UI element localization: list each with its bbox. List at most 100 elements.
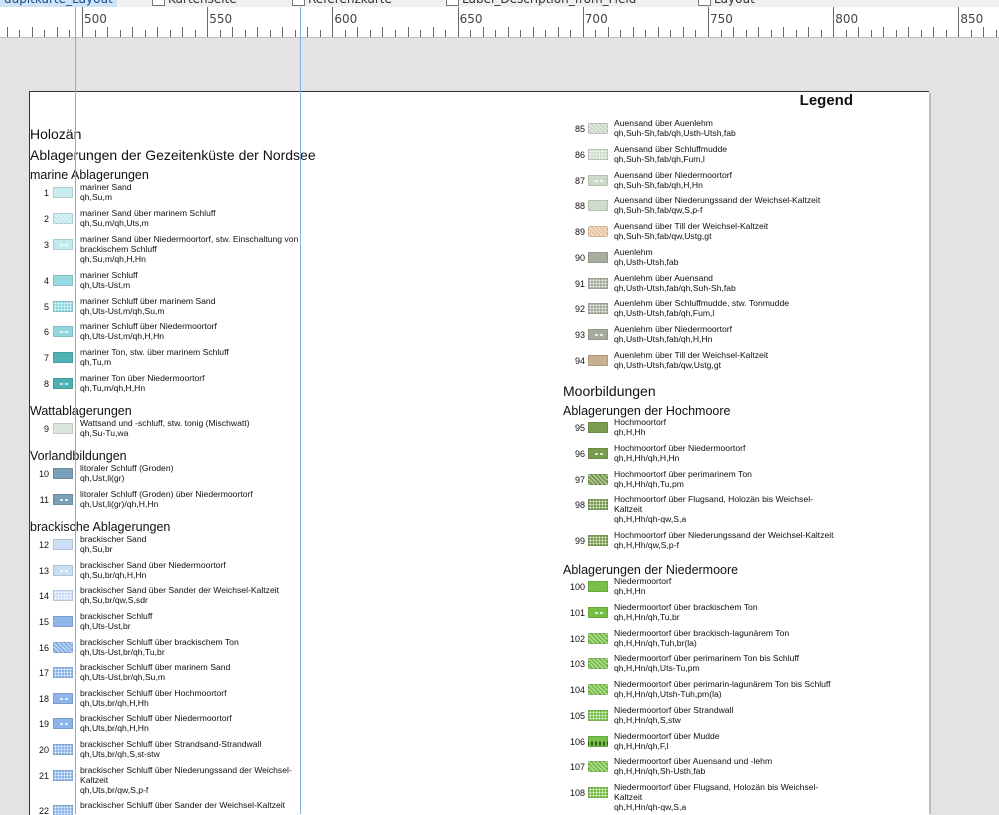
legend-item-line: qh,Su,br/qh,H,Hn xyxy=(80,570,147,581)
ruler-tick xyxy=(282,27,283,37)
layout-page[interactable]: Legend Holozän Ablagerungen der Gezeitenk… xyxy=(29,91,929,815)
ruler-tick xyxy=(733,27,734,37)
tab-label: Kartenseite xyxy=(168,0,237,6)
legend-item-number: 21 xyxy=(38,771,49,781)
horizontal-ruler[interactable]: 500 550 600 650 700 750 800 850 xyxy=(0,7,999,38)
legend-item-text: litoraler Schluff (Groden) über Niedermo… xyxy=(80,489,253,509)
ruler-tick xyxy=(633,27,634,37)
legend-item-number: 89 xyxy=(574,227,585,237)
ruler-tick xyxy=(95,30,96,37)
legend-item-line: qh,H,Hh/qh,H,Hn xyxy=(614,453,680,464)
legend-item-number: 106 xyxy=(569,737,585,747)
legend-item-line: qh,Su-Tu,wa xyxy=(80,428,129,439)
legend-item-number: 88 xyxy=(574,201,585,211)
guide-line-right[interactable] xyxy=(300,7,301,814)
legend-swatch xyxy=(53,667,73,678)
legend-item-line: qh,Ust,li(gr) xyxy=(80,473,125,484)
legend-item-line: brackischer Schluff xyxy=(80,611,153,621)
legend-heading: Moorbildungen xyxy=(563,383,656,399)
legend-item-text: Hochmoortorf über Flugsand, Holozän bis … xyxy=(614,494,813,525)
legend-item-line: brackischer Schluff über Strandsand-Stra… xyxy=(80,739,262,749)
legend-item-text: mariner Schluff über Niedermoortorf qh,Ut… xyxy=(80,321,217,341)
ruler-tick xyxy=(783,27,784,37)
legend-item-line: brackischer Schluff über Hochmoortorf xyxy=(80,688,227,698)
legend-item-number: 7 xyxy=(43,353,49,363)
legend-item-number: 6 xyxy=(43,327,49,337)
ruler-tick xyxy=(933,27,934,37)
legend-swatch xyxy=(588,787,608,798)
tab-4[interactable]: Layout xyxy=(698,0,755,7)
legend-item-line: qh,Uts,br/qh,H,Hn xyxy=(80,723,149,734)
legend-item-text: Hochmoortorf über Niedermoortorf qh,H,Hh/… xyxy=(614,443,745,463)
legend-item-line: Hochmoortorf über perimarinem Ton xyxy=(614,469,752,479)
ruler-tick xyxy=(796,30,797,37)
ruler-tick xyxy=(32,27,33,37)
ruler-tick xyxy=(858,27,859,37)
ruler-label: 750 xyxy=(710,12,733,26)
legend-item-text: Hochmoortorf qh,H,Hh xyxy=(614,417,666,437)
legend-swatch xyxy=(53,718,73,729)
legend-item-number: 87 xyxy=(574,176,585,186)
legend-item-line: qh,Usth-Utsh,fab/qw,Ustg,gt xyxy=(614,360,721,371)
legend-item-line: Niedermoortorf über Auensand und -lehm xyxy=(614,756,773,766)
legend-item-line: Niedermoortorf über perimarinem Ton bis … xyxy=(614,653,800,663)
ruler-tick xyxy=(808,27,809,37)
tab-0[interactable]: dupltkarte_Layout xyxy=(0,0,117,7)
legend-item-text: Niedermoortorf über Mudde qh,H,Hn/qh,F,l xyxy=(614,731,720,751)
legend-swatch xyxy=(588,149,608,160)
ruler-tick xyxy=(670,30,671,37)
legend-item-text: Auensand über Niederungssand der Weichse… xyxy=(614,195,820,215)
legend-swatch xyxy=(53,744,73,755)
tab-1[interactable]: Kartenseite xyxy=(152,0,237,7)
legend-heading: Holozän xyxy=(30,126,82,142)
legend-item-line: litoraler Schluff (Groden) xyxy=(80,463,174,473)
legend-item-line: qh,H,Hn/qh,Tuh,br(la) xyxy=(614,638,697,649)
legend-item-line: qh,H,Hn/qh,F,l xyxy=(614,741,669,752)
legend-item-line: qh,Su,m/qh,H,Hn xyxy=(80,254,146,265)
legend-swatch xyxy=(53,213,73,224)
legend-swatch xyxy=(53,494,73,505)
ruler-label: 700 xyxy=(584,12,608,26)
legend-item-text: brackischer Sand über Niedermoortorf qh,S… xyxy=(80,560,226,580)
ruler-tick xyxy=(921,30,922,37)
legend-item-number: 18 xyxy=(38,694,49,704)
legend-item-text: brackischer Sand über Sander der Weichse… xyxy=(80,585,279,605)
guide-line-left[interactable] xyxy=(75,7,76,814)
ruler-tick xyxy=(896,30,897,37)
tab-label: Referenzkarte xyxy=(308,0,392,6)
legend-swatch xyxy=(53,326,73,337)
legend-item-line: qh,H,Hh/qh-qw,S,a xyxy=(614,514,687,525)
ruler-tick xyxy=(483,27,484,37)
legend-heading: Vorlandbildungen xyxy=(30,449,127,463)
legend-item-line: Hochmoortorf über Niederungssand der Wei… xyxy=(614,530,834,540)
ruler-tick xyxy=(608,27,609,37)
legend-swatch xyxy=(588,278,608,289)
ruler-tick xyxy=(320,30,321,37)
legend-item-text: brackischer Schluff über Sander der Weic… xyxy=(80,800,285,810)
legend-item-line: qh,Tu,m xyxy=(80,357,112,368)
legend-item-text: Auenlehm über Niedermoortorf qh,Usth-Utsh… xyxy=(614,324,732,344)
legend-item-line: Kaltzeit xyxy=(614,792,643,803)
legend-item-line: qh,Su,br/qw,S,sdr xyxy=(80,595,148,606)
tab-2[interactable]: Referenzkarte xyxy=(292,0,392,7)
legend-item-line: Niedermoortorf über brackischem Ton xyxy=(614,602,758,612)
legend-item-line: Wattsand und -schluff, stw. tonig (Misch… xyxy=(80,418,250,428)
legend-item-number: 17 xyxy=(38,668,49,678)
legend-item-number: 91 xyxy=(574,279,585,289)
legend-item-text: mariner Sand über marinem Schluff qh,Su,m… xyxy=(80,208,216,228)
legend-item-line: Auensand über Niedermoortorf xyxy=(614,170,732,180)
ruler-tick xyxy=(746,30,747,37)
legend-item-text: brackischer Schluff über brackischem Ton… xyxy=(80,637,239,657)
legend-swatch xyxy=(53,352,73,363)
legend-item-line: Hochmoortorf über Flugsand, Holozän bis … xyxy=(614,494,814,504)
ruler-tick xyxy=(170,30,171,37)
legend-item-line: Niedermoortorf xyxy=(614,576,672,586)
legend-item-line: brackischer Schluff über Niedermoortorf xyxy=(80,713,232,723)
legend-item-line: mariner Ton über Niedermoortorf xyxy=(80,373,205,383)
legend-item-number: 103 xyxy=(569,659,585,669)
legend-swatch xyxy=(53,616,73,627)
legend-swatch xyxy=(588,175,608,186)
tab-3[interactable]: Label_Description_from_Field xyxy=(446,0,636,7)
legend-swatch xyxy=(53,378,73,389)
legend-item-line: qh,Uts-Ust,br/qh,Su,m xyxy=(80,672,166,683)
